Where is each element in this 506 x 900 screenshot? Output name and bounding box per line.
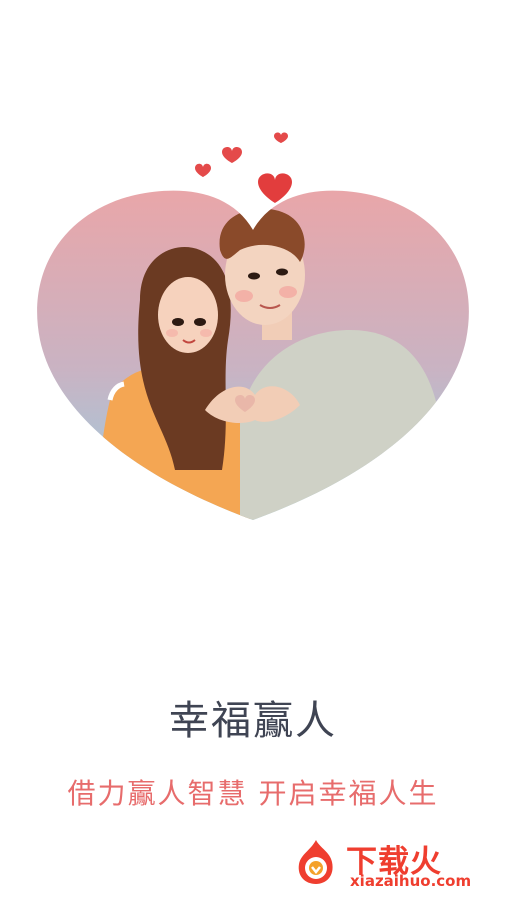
watermark-domain: xiazaihuo.com <box>350 872 472 890</box>
small-heart-icon <box>258 173 292 203</box>
small-heart-icon <box>274 132 288 143</box>
page-title: 幸福鸁人 <box>169 698 337 744</box>
couple-heart-illustration <box>37 132 469 520</box>
flame-logo-icon <box>298 840 333 884</box>
watermark-brand: 下载火 xiazaihuo.com <box>290 836 498 892</box>
small-heart-icon <box>195 163 211 177</box>
page-subtitle: 借力鸁人智慧 开启幸福人生 <box>67 777 439 810</box>
small-heart-icon <box>222 146 242 163</box>
